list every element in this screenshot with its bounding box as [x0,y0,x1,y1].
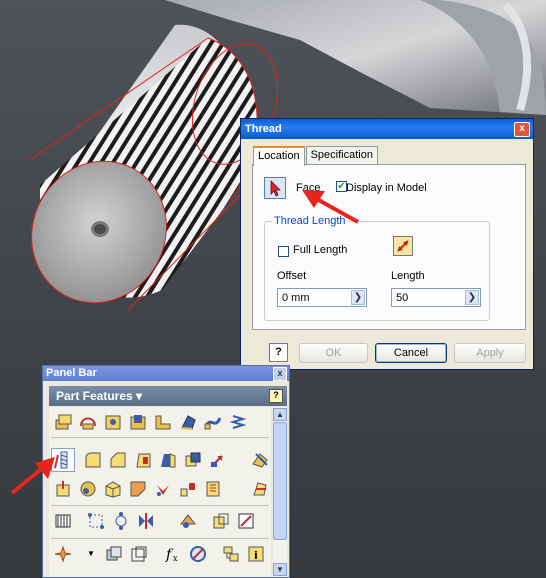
hole-tool-icon[interactable] [103,412,123,432]
cancel-button[interactable]: Cancel [375,343,447,363]
chamfer-tool-icon[interactable] [108,450,128,470]
length-value: 50 [396,292,409,304]
panel-bar-title: Panel Bar [46,367,97,379]
help-button[interactable]: ? [269,343,288,362]
flip-direction-button[interactable] [393,236,413,256]
full-length-label: Full Length [293,244,348,256]
select-arrow-icon [270,180,281,197]
derived-component-icon[interactable] [53,479,73,499]
chevron-down-icon[interactable]: ▼ [273,563,287,576]
thread-length-title: Thread Length [272,215,348,227]
split-tool-icon[interactable] [158,450,178,470]
length-field[interactable]: 50 ❯ [391,288,481,307]
mirror-tool-icon[interactable] [250,479,270,499]
part-features-label: Part Features [56,389,133,403]
info-tool-icon[interactable]: i [246,544,266,564]
sculpt-tool-icon[interactable] [153,479,173,499]
panel-bar-titlebar[interactable]: Panel Bar x [43,366,289,381]
parameters-icon[interactable] [53,544,73,564]
full-length-checkbox[interactable]: ✔ [278,246,289,257]
offset-field[interactable]: 0 mm ❯ [277,288,367,307]
thread-dialog: Thread x Location Specification Face ✔ D… [240,118,534,370]
svg-text:i: i [254,549,258,562]
work-axis-icon[interactable] [111,511,131,531]
flip-arrow-icon [397,240,409,252]
dialog-titlebar[interactable]: Thread x [241,119,533,139]
thread-tool-icon [54,451,68,469]
fillet-tool-icon[interactable] [83,450,103,470]
decal-tool-icon[interactable] [128,479,148,499]
function-icon[interactable]: fx [163,544,183,564]
sweep-tool-icon[interactable] [203,412,223,432]
thicken-tool-icon[interactable] [53,511,73,531]
loft-tool-icon[interactable] [178,412,198,432]
thread-tool-button[interactable] [51,448,75,472]
insert-ifeature-icon[interactable] [221,544,241,564]
work-plane-icon[interactable] [86,511,106,531]
replace-face-tool-icon[interactable] [250,450,270,470]
chevron-down-icon[interactable]: ▼ [81,544,101,564]
location-tab-panel: Face ✔ Display in Model Thread Length ✔ … [252,164,526,330]
rib-tool-icon[interactable] [153,412,173,432]
tab-location[interactable]: Location [253,146,305,166]
face-select-button[interactable] [264,177,286,199]
extrude-tool-icon[interactable] [53,412,73,432]
shell-tool-icon[interactable] [128,412,148,432]
display-in-model-label: Display in Model [346,182,427,194]
emboss-tool-icon[interactable] [78,479,98,499]
dialog-title: Thread [245,123,282,135]
tool-palette: ▼ fx i [49,407,271,577]
length-label: Length [391,270,425,282]
scroll-thumb[interactable] [273,422,287,540]
part-tool-icon[interactable] [104,544,124,564]
close-icon[interactable]: x [273,367,287,381]
offset-label: Offset [277,270,307,282]
coil-tool-icon[interactable] [228,412,248,432]
ucs-tool-icon[interactable] [178,511,198,531]
panel-scrollbar[interactable]: ▲ ▼ [273,407,287,577]
promote-tool-icon[interactable] [211,511,231,531]
face-label: Face [296,182,321,194]
work-point-icon[interactable] [136,511,156,531]
chevron-right-icon[interactable]: ❯ [351,290,365,305]
revolve-tool-icon[interactable] [78,412,98,432]
face-draft-tool-icon[interactable] [133,450,153,470]
sketch-tool-icon[interactable] [236,511,256,531]
panel-bar: Panel Bar x Part Features ▾ ? ▼ f x i ▲ … [42,365,290,578]
tab-specification[interactable]: Specification [305,146,378,164]
chevron-right-icon[interactable]: ❯ [465,290,479,305]
close-icon[interactable]: x [514,122,530,137]
combine-tool-icon[interactable] [183,450,203,470]
thread-length-group: Thread Length ✔ Full Length Offset 0 mm … [264,215,490,321]
offset-value: 0 mm [282,292,310,304]
circular-pattern-icon[interactable] [203,479,223,499]
chevron-up-icon[interactable]: ▲ [273,408,287,421]
help-icon[interactable]: ? [269,389,283,403]
derived-part-icon[interactable] [129,544,149,564]
chevron-down-icon: ▾ [136,389,143,403]
apply-button[interactable]: Apply [454,343,526,363]
part-features-menu[interactable]: Part Features ▾ ? [49,386,287,406]
move-face-tool-icon[interactable] [208,450,228,470]
ok-button[interactable]: OK [299,343,368,363]
box-tool-icon[interactable] [103,479,123,499]
no-tool-icon[interactable] [188,544,208,564]
dialog-tabs: Location Specification [253,146,379,166]
rectangular-pattern-icon[interactable] [178,479,198,499]
svg-text:x: x [173,554,178,563]
